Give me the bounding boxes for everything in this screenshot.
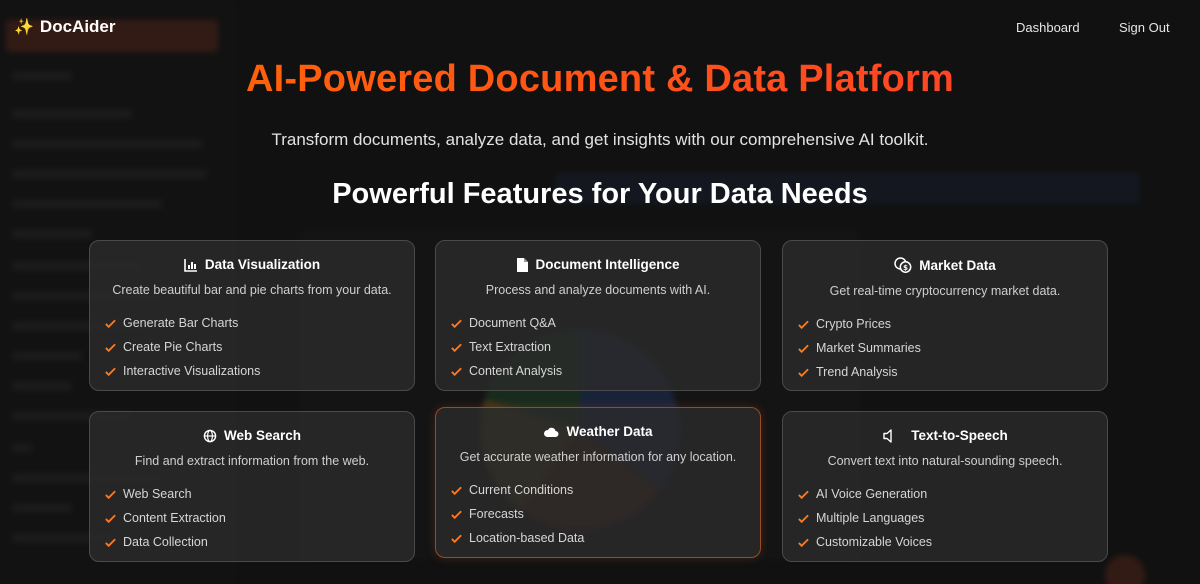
card-title: Weather Data (566, 424, 653, 439)
feature-card-document-intelligence[interactable]: Document Intelligence Process and analyz… (435, 240, 761, 391)
feature-item: Text Extraction (450, 335, 760, 359)
feature-item: Market Summaries (797, 336, 1107, 360)
feature-item: Content Analysis (450, 359, 760, 383)
speaker-icon (883, 428, 892, 443)
card-title: Data Visualization (204, 257, 321, 272)
feature-item: AI Voice Generation (797, 482, 1107, 506)
nav-dashboard-link[interactable]: Dashboard (1016, 20, 1080, 35)
coins-icon: $ (894, 257, 912, 273)
card-description: Convert text into natural-sounding speec… (827, 454, 1063, 468)
card-title: Text-to-Speech (911, 428, 1008, 443)
feature-item: Crypto Prices (797, 312, 1107, 336)
check-icon (798, 490, 809, 499)
feature-item: Forecasts (450, 502, 760, 526)
globe-icon (203, 429, 217, 442)
check-icon (798, 538, 809, 547)
check-icon (451, 319, 462, 328)
feature-item-label: Document Q&A (469, 316, 556, 330)
card-title: Web Search (223, 428, 302, 443)
check-icon (105, 319, 116, 328)
hero-title: AI-Powered Document & Data Platform (0, 58, 1200, 101)
feature-item: Interactive Visualizations (104, 359, 414, 383)
svg-text:$: $ (903, 264, 908, 272)
check-icon (105, 514, 116, 523)
check-icon (798, 320, 809, 329)
feature-item: Customizable Voices (797, 530, 1107, 554)
check-icon (451, 486, 462, 495)
feature-item: Current Conditions (450, 478, 760, 502)
features-section-title: Powerful Features for Your Data Needs (332, 178, 868, 210)
feature-item: Create Pie Charts (104, 335, 414, 359)
feature-card-text-to-speech[interactable]: Text-to-Speech Convert text into natural… (782, 411, 1108, 562)
feature-item-label: Text Extraction (469, 340, 551, 354)
feature-item: Trend Analysis (797, 360, 1107, 384)
feature-card-weather-data[interactable]: Weather Data Get accurate weather inform… (435, 407, 761, 558)
card-description: Get real-time cryptocurrency market data… (829, 284, 1061, 298)
feature-item-label: Create Pie Charts (123, 340, 223, 354)
check-icon (798, 368, 809, 377)
check-icon (451, 343, 462, 352)
feature-item: Content Extraction (104, 506, 414, 530)
feature-card-market-data[interactable]: $ Market Data Get real-time cryptocurren… (782, 240, 1108, 391)
check-icon (451, 510, 462, 519)
card-description: Create beautiful bar and pie charts from… (112, 283, 392, 297)
document-icon (517, 257, 529, 272)
chart-icon (184, 258, 197, 272)
nav-sign-out-link[interactable]: Sign Out (1119, 20, 1170, 35)
feature-item-label: AI Voice Generation (816, 487, 928, 501)
check-icon (451, 534, 462, 543)
feature-item: Multiple Languages (797, 506, 1107, 530)
check-icon (451, 367, 462, 376)
feature-item-label: Location-based Data (469, 531, 585, 545)
sparkles-icon: ✨ (14, 19, 34, 36)
brand-logo[interactable]: ✨ DocAider (14, 17, 116, 37)
hero-subtitle: Transform documents, analyze data, and g… (271, 130, 929, 149)
feature-item-label: Customizable Voices (816, 535, 933, 549)
feature-item-label: Data Collection (123, 535, 208, 549)
feature-card-web-search[interactable]: Web Search Find and extract information … (89, 411, 415, 562)
feature-item-label: Forecasts (469, 507, 524, 521)
check-icon (798, 344, 809, 353)
card-title: Document Intelligence (535, 257, 680, 272)
feature-item-label: Market Summaries (816, 341, 921, 355)
check-icon (105, 343, 116, 352)
feature-item-label: Content Analysis (469, 364, 563, 378)
feature-item-label: Content Extraction (123, 511, 226, 525)
feature-item-label: Crypto Prices (816, 317, 892, 331)
card-description: Process and analyze documents with AI. (485, 283, 711, 297)
card-description: Find and extract information from the we… (134, 454, 370, 468)
feature-item: Document Q&A (450, 311, 760, 335)
feature-item-label: Interactive Visualizations (123, 364, 261, 378)
check-icon (105, 490, 116, 499)
feature-item-label: Multiple Languages (816, 511, 925, 525)
feature-item: Generate Bar Charts (104, 311, 414, 335)
check-icon (105, 367, 116, 376)
check-icon (105, 538, 116, 547)
card-title: Market Data (919, 257, 996, 273)
card-description: Get accurate weather information for any… (459, 450, 737, 464)
feature-item-label: Current Conditions (469, 483, 574, 497)
feature-item: Web Search (104, 482, 414, 506)
feature-item: Location-based Data (450, 526, 760, 550)
feature-item-label: Generate Bar Charts (123, 316, 239, 330)
check-icon (798, 514, 809, 523)
feature-item-label: Web Search (123, 487, 192, 501)
brand-name: DocAider (39, 17, 116, 36)
feature-item: Data Collection (104, 530, 414, 554)
feature-card-data-visualization[interactable]: Data Visualization Create beautiful bar … (89, 240, 415, 391)
cloud-icon (544, 427, 559, 437)
feature-item-label: Trend Analysis (816, 365, 898, 379)
